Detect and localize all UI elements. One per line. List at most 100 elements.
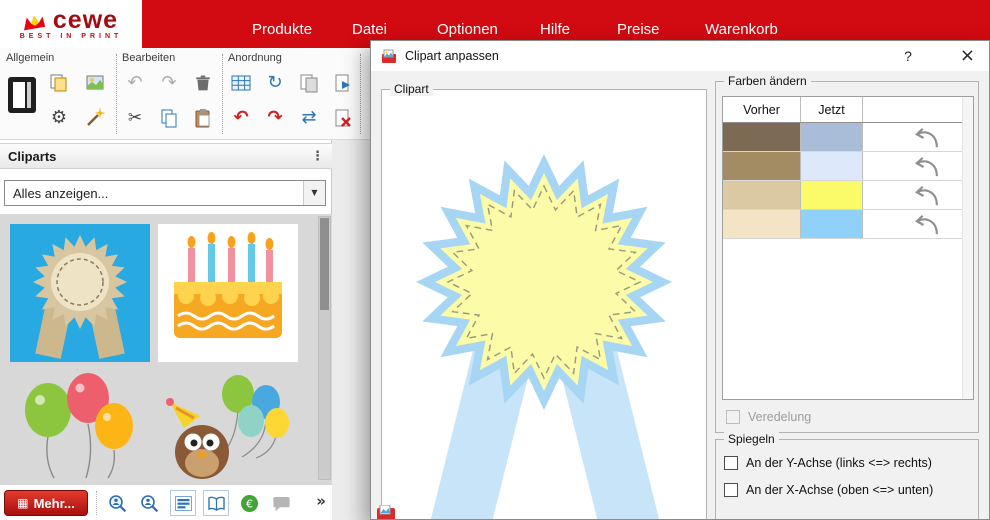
mirror-x-checkbox[interactable]	[724, 483, 738, 497]
reset-color-button[interactable]	[905, 124, 947, 151]
search-person-button-2[interactable]	[136, 490, 162, 516]
mirror-y-checkbox[interactable]	[724, 456, 738, 470]
insert-image-button[interactable]	[80, 68, 110, 98]
scissors-icon: ✂	[128, 110, 142, 127]
mirror-x-option[interactable]: An der X-Achse (oben <=> unten)	[724, 483, 933, 497]
expand-panel-button[interactable]: »	[316, 494, 326, 509]
flip-button[interactable]: ⇄	[294, 103, 324, 133]
mirror-y-label: An der Y-Achse (links <=> rechts)	[746, 456, 932, 470]
change-colors-group: Farben ändern Vorher Jetzt	[715, 81, 979, 433]
undo-arrow-icon	[911, 213, 941, 237]
mirror-group: Spiegeln An der Y-Achse (links <=> recht…	[715, 439, 979, 520]
clipart-thumb-cake[interactable]	[158, 224, 298, 362]
comment-button[interactable]	[268, 490, 294, 516]
dropdown-value: Alles anzeigen...	[13, 186, 108, 201]
color-table-scrollbar[interactable]	[962, 97, 973, 399]
rosette-clipart-preview	[382, 90, 706, 520]
save-pages-icon	[49, 73, 69, 93]
color-row	[723, 152, 973, 181]
toolbar-separator	[222, 54, 223, 134]
clipart-scrollbar[interactable]	[318, 216, 331, 480]
dialog-title-bar[interactable]: Clipart anpassen ? ×	[371, 41, 989, 71]
layout-list-button[interactable]	[170, 490, 196, 516]
copy-icon	[159, 108, 179, 128]
clipart-filter-dropdown[interactable]: Alles anzeigen... ▼	[4, 180, 326, 206]
redo-icon: ↷	[161, 74, 176, 92]
paste-button[interactable]	[188, 103, 218, 133]
save-button[interactable]	[44, 68, 74, 98]
reset-color-button[interactable]	[905, 182, 947, 209]
column-header-before: Vorher	[723, 97, 801, 122]
color-row	[723, 123, 973, 152]
menu-item-hilfe[interactable]: Hilfe	[540, 21, 570, 38]
logo-flag-icon	[24, 15, 48, 31]
reset-color-button[interactable]	[905, 211, 947, 238]
dialog-close-button[interactable]: ×	[960, 47, 975, 65]
color-swatch-after[interactable]	[801, 152, 863, 180]
clipart-thumb-owl[interactable]	[158, 370, 298, 480]
delete-button[interactable]	[188, 68, 218, 98]
book-view-button[interactable]	[203, 490, 229, 516]
rotate-right-red-button[interactable]: ↷	[260, 103, 290, 133]
panel-title: Cliparts	[8, 149, 56, 164]
dialog-help-button[interactable]: ?	[904, 48, 912, 64]
undo-button[interactable]: ↶	[120, 68, 150, 98]
menu-item-optionen[interactable]: Optionen	[437, 21, 498, 38]
toolbar-separator	[116, 54, 117, 134]
color-swatch-after[interactable]	[801, 181, 863, 209]
color-swatch-after[interactable]	[801, 210, 863, 238]
mehr-button[interactable]: ▦ Mehr...	[4, 490, 88, 516]
color-swatch-before[interactable]	[723, 123, 801, 151]
panel-menu-icon[interactable]: ⋮	[311, 150, 324, 163]
grid-button[interactable]	[226, 68, 256, 98]
delete-page-button[interactable]	[328, 103, 358, 133]
clipart-thumb-rosette[interactable]	[10, 224, 150, 362]
reset-color-button[interactable]	[905, 153, 947, 180]
colors-group-label: Farben ändern	[724, 74, 811, 88]
color-swatch-before[interactable]	[723, 152, 801, 180]
logo-subtext: BEST IN PRINT	[20, 33, 123, 40]
column-header-after: Jetzt	[801, 97, 863, 122]
bottom-bar-separator	[96, 491, 97, 515]
price-button[interactable]: €	[236, 490, 262, 516]
search-person-icon-2	[140, 494, 159, 513]
mehr-label: Mehr...	[34, 496, 75, 511]
scrollbar-thumb[interactable]	[320, 218, 329, 310]
search-person-button[interactable]	[104, 490, 130, 516]
rotate-left-red-button[interactable]: ↶	[226, 103, 256, 133]
replace-clipart-icon[interactable]	[377, 505, 397, 520]
undo-arrow-icon	[911, 126, 941, 150]
veredelung-checkbox[interactable]	[726, 410, 740, 424]
arrange-pages-button[interactable]	[294, 68, 324, 98]
rotate-icon: ↻	[267, 74, 282, 92]
page-overview-button[interactable]	[5, 74, 39, 116]
magic-wand-button[interactable]	[80, 103, 110, 133]
copy-button[interactable]	[154, 103, 184, 133]
color-swatch-before[interactable]	[723, 181, 801, 209]
chevron-down-icon[interactable]: ▼	[303, 181, 325, 205]
clipart-thumb-balloons[interactable]	[10, 370, 150, 480]
menu-item-preise[interactable]: Preise	[617, 21, 660, 38]
mirror-y-option[interactable]: An der Y-Achse (links <=> rechts)	[724, 456, 932, 470]
menu-item-produkte[interactable]: Produkte	[252, 21, 312, 38]
magic-wand-icon	[85, 108, 105, 128]
color-swatch-after[interactable]	[801, 123, 863, 151]
settings-button[interactable]: ⚙	[44, 103, 74, 133]
toolbar-group-label: Anordnung	[228, 52, 282, 64]
menu-item-warenkorb[interactable]: Warenkorb	[705, 21, 778, 38]
menu-item-datei[interactable]: Datei	[352, 21, 387, 38]
page-forward-button[interactable]	[328, 68, 358, 98]
cut-button[interactable]: ✂	[120, 103, 150, 133]
app-window: cewe BEST IN PRINT Produkte Datei Option…	[0, 0, 990, 520]
panel-bottom-bar: ▦ Mehr...	[0, 484, 332, 520]
rotate-cw-icon: ↷	[267, 109, 282, 127]
redo-button[interactable]: ↷	[154, 68, 184, 98]
color-swatch-before[interactable]	[723, 210, 801, 238]
clipart-dialog: Clipart anpassen ? × Clipart Farben ände…	[370, 40, 990, 520]
paste-icon	[193, 108, 213, 128]
rotate-button[interactable]: ↻	[260, 68, 290, 98]
page-forward-icon	[333, 73, 353, 93]
color-row	[723, 181, 973, 210]
cliparts-panel: Cliparts ⋮ Alles anzeigen... ▼	[0, 140, 332, 520]
rotate-ccw-icon: ↶	[233, 109, 248, 127]
